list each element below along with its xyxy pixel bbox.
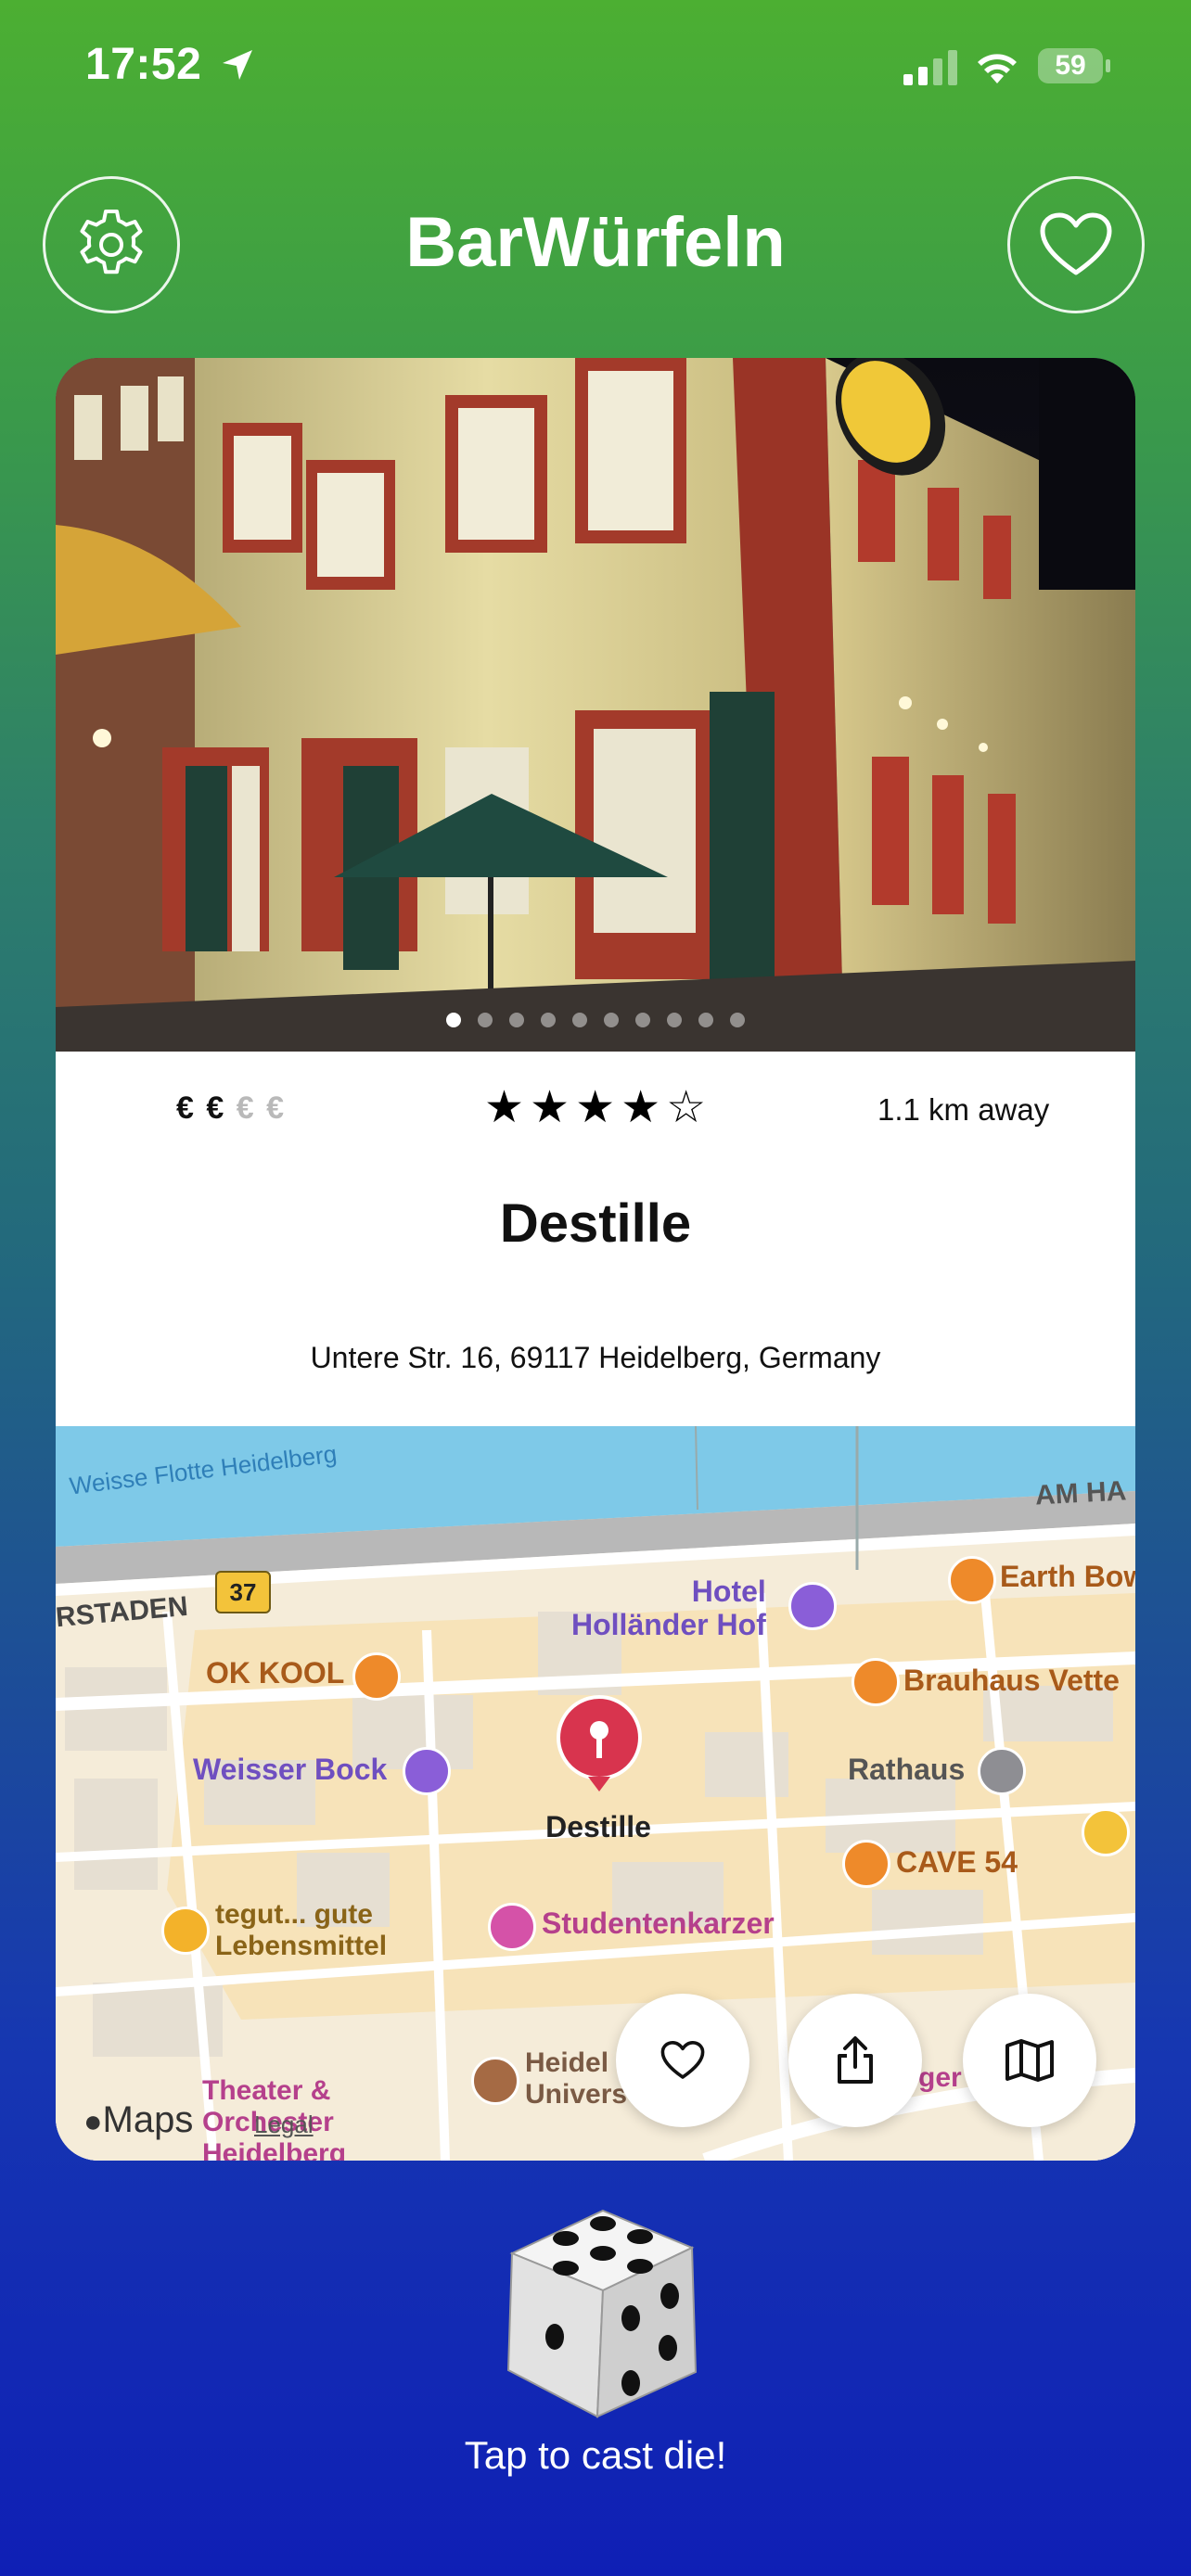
save-favorite-button[interactable]	[616, 1994, 749, 2127]
rating-stars: ★★★★☆	[484, 1083, 712, 1132]
wifi-icon	[978, 54, 1017, 83]
page-dot	[478, 1013, 493, 1027]
restaurant-icon[interactable]	[852, 1658, 900, 1706]
map-label-ger: ger	[918, 2062, 962, 2093]
location-arrow-icon	[223, 50, 252, 80]
page-dot	[604, 1013, 619, 1027]
cellular-signal-icon	[903, 50, 957, 85]
favorites-button[interactable]	[1007, 176, 1145, 313]
heart-icon	[1040, 212, 1112, 275]
map-label-weisser-bock: Weisser Bock	[193, 1753, 388, 1786]
apple-icon: ●	[83, 2104, 103, 2139]
map-label-cave: CAVE 54	[896, 1845, 1018, 1879]
venue-name: Destille	[499, 1193, 692, 1254]
map-label-pin: Destille	[545, 1810, 651, 1843]
page-dot	[667, 1013, 682, 1027]
map-view[interactable]: Weisse Flotte Heidelberg AM HA RSTADEN 3…	[56, 1426, 1135, 2161]
map-label-tegut: tegut... gute Lebensmittel	[215, 1899, 388, 1961]
cast-die-label: Tap to cast die!	[464, 2433, 727, 2477]
photo-page-indicator[interactable]	[56, 1013, 1135, 1027]
price-filled: € €	[176, 1090, 226, 1126]
hotel-icon[interactable]	[788, 1582, 837, 1630]
page-dot	[509, 1013, 524, 1027]
page-dot	[541, 1013, 556, 1027]
dice-icon[interactable]	[501, 2207, 705, 2420]
maps-brand-text: Maps	[102, 2099, 194, 2140]
legal-link[interactable]: Legal	[254, 2111, 314, 2139]
map-label-studentenkarzer: Studentenkarzer	[542, 1906, 775, 1940]
map-icon	[1005, 2039, 1054, 2082]
university-icon[interactable]	[471, 2057, 519, 2105]
cocktail-icon[interactable]	[842, 1840, 890, 1888]
shopping-icon[interactable]	[1082, 1808, 1130, 1856]
distance-label: 1.1 km away	[877, 1092, 1050, 1127]
venue-card: € € € € ★★★★☆ 1.1 km away Destille Unter…	[56, 358, 1135, 2161]
open-in-maps-button[interactable]	[963, 1994, 1096, 2127]
status-time: 17:52	[85, 40, 202, 89]
museum-icon[interactable]	[488, 1903, 536, 1951]
grocery-icon[interactable]	[161, 1906, 210, 1955]
hotel-icon[interactable]	[403, 1747, 451, 1795]
share-icon	[838, 2036, 873, 2084]
cafe-icon[interactable]	[948, 1556, 996, 1604]
share-button[interactable]	[788, 1994, 922, 2127]
heart-icon	[660, 2041, 705, 2079]
page-dot	[572, 1013, 587, 1027]
map-pin-icon[interactable]	[553, 1695, 646, 1797]
map-label-brauhaus: Brauhaus Vette	[903, 1664, 1120, 1697]
map-label-road-am: AM HA	[1034, 1475, 1128, 1511]
page-dot	[635, 1013, 650, 1027]
map-label-earth: Earth Bow	[1000, 1560, 1135, 1593]
icecream-icon[interactable]	[352, 1652, 401, 1701]
venue-photo[interactable]	[56, 358, 1135, 1052]
price-level: € € € €	[176, 1090, 286, 1127]
map-label-ok-kool: OK KOOL	[206, 1656, 345, 1690]
page-dot	[730, 1013, 745, 1027]
townhall-icon[interactable]	[978, 1747, 1026, 1795]
venue-address: Untere Str. 16, 69117 Heidelberg, German…	[310, 1341, 881, 1374]
battery-level: 59	[1055, 50, 1086, 81]
page-dot	[446, 1013, 461, 1027]
route-37-badge: 37	[215, 1571, 271, 1613]
venue-info: € € € € ★★★★☆ 1.1 km away Destille Unter…	[56, 1052, 1135, 1426]
maps-brand: ●Maps	[83, 2099, 193, 2141]
price-empty: € €	[236, 1090, 286, 1126]
page-dot	[698, 1013, 713, 1027]
map-label-hotel: Hotel Holländer Hof	[571, 1575, 766, 1641]
map-label-rathaus: Rathaus	[848, 1753, 966, 1786]
map-label-uni: Heidel Univers	[525, 2047, 628, 2110]
